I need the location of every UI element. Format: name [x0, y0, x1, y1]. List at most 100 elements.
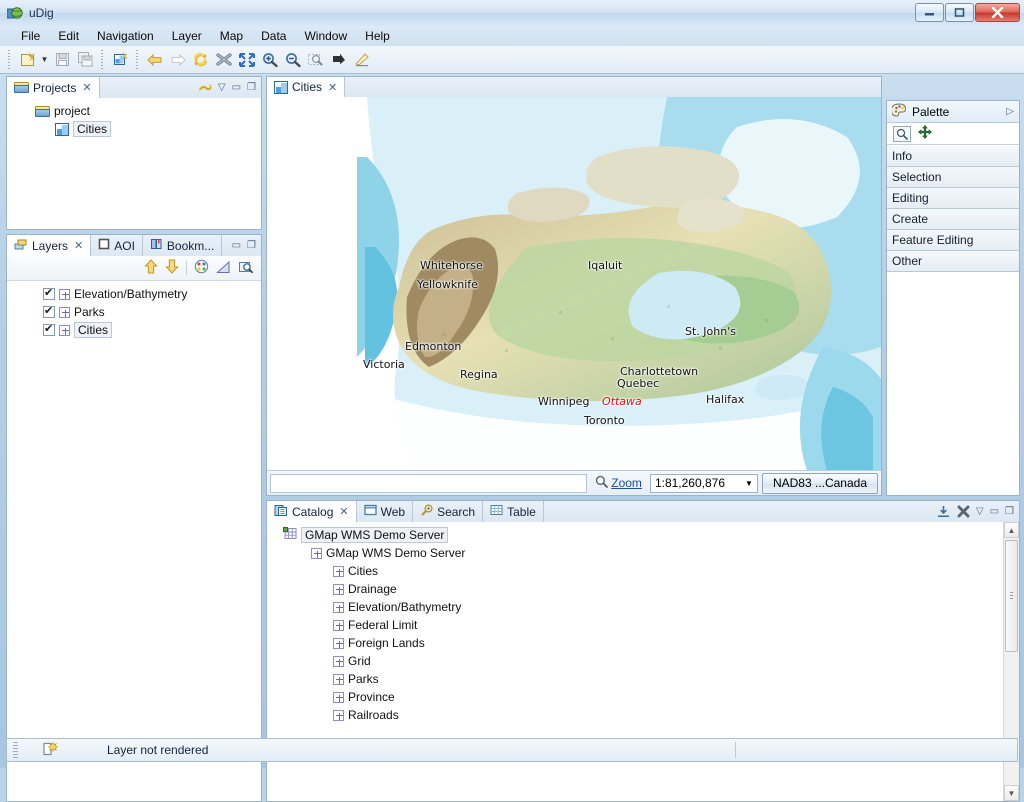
new-project-icon[interactable] [16, 49, 38, 71]
delete-icon[interactable] [957, 505, 970, 518]
view-menu-icon[interactable]: ▽ [976, 506, 984, 517]
catalog-row-service-child[interactable]: GMap WMS Demo Server [267, 544, 1019, 562]
zoom-link[interactable]: Zoom [591, 475, 646, 491]
zoom-link-label[interactable]: Zoom [611, 476, 642, 490]
zoom-extent-icon[interactable] [236, 49, 258, 71]
scrollbar-thumb[interactable] [1005, 540, 1018, 652]
menu-file[interactable]: File [12, 27, 49, 45]
catalog-row-parks[interactable]: Parks [267, 670, 1019, 688]
catalog-row-cities[interactable]: Cities [267, 562, 1019, 580]
maximize-panel-icon[interactable]: ❐ [1005, 506, 1014, 517]
catalog-row-railroads[interactable]: Railroads [267, 706, 1019, 724]
menu-data[interactable]: Data [252, 27, 295, 45]
stop-render-icon[interactable] [213, 49, 235, 71]
catalog-row-federal-limit[interactable]: Federal Limit [267, 616, 1019, 634]
maximize-button[interactable] [945, 3, 974, 22]
back-arrow-icon[interactable] [144, 49, 166, 71]
expand-icon[interactable] [333, 619, 344, 631]
menu-edit[interactable]: Edit [49, 27, 88, 45]
close-icon[interactable]: ✕ [74, 239, 83, 252]
layer-search-icon[interactable] [238, 260, 253, 277]
tab-web[interactable]: Web [357, 501, 414, 522]
palette-section-feature-editing[interactable]: Feature Editing [887, 230, 1019, 251]
map-canvas[interactable]: Whitehorse Yellowknife Iqaluit Edmonton … [267, 97, 881, 470]
tree-item-cities[interactable]: Cities [7, 120, 261, 138]
maximize-panel-icon[interactable]: ❐ [247, 240, 256, 251]
select-tool-icon[interactable] [893, 125, 911, 142]
expand-icon[interactable] [333, 637, 344, 649]
toolbar-grip-2[interactable] [100, 49, 105, 70]
layer-row-cities[interactable]: Cities [7, 321, 261, 339]
scroll-up-arrow-icon[interactable]: ▲ [1004, 522, 1019, 538]
pan-tool-icon[interactable] [917, 124, 933, 142]
zoom-in-icon[interactable] [259, 49, 281, 71]
expand-icon[interactable] [333, 601, 344, 613]
new-map-icon[interactable] [109, 49, 131, 71]
catalog-row-service[interactable]: GMap WMS Demo Server [267, 526, 1019, 544]
palette-section-editing[interactable]: Editing [887, 188, 1019, 209]
toolbar-grip-3[interactable] [135, 49, 140, 70]
menu-map[interactable]: Map [211, 27, 252, 45]
zoom-to-layer-icon[interactable] [216, 260, 231, 277]
tab-layers[interactable]: Layers ✕ [7, 235, 92, 256]
map-position-field[interactable] [270, 473, 588, 493]
import-data-icon[interactable] [936, 505, 951, 518]
crs-button[interactable]: NAD83 ...Canada [761, 472, 878, 494]
expand-icon[interactable] [333, 673, 344, 685]
maximize-panel-icon[interactable]: ❐ [247, 82, 256, 93]
expand-icon[interactable] [59, 324, 70, 336]
minimize-panel-icon[interactable]: ▭ [232, 240, 241, 251]
menu-window[interactable]: Window [295, 27, 356, 45]
view-menu-icon[interactable]: ▽ [218, 82, 226, 93]
close-icon[interactable]: ✕ [82, 81, 91, 94]
menu-layer[interactable]: Layer [163, 27, 211, 45]
catalog-row-drainage[interactable]: Drainage [267, 580, 1019, 598]
catalog-row-elevation[interactable]: Elevation/Bathymetry [267, 598, 1019, 616]
palette-section-selection[interactable]: Selection [887, 167, 1019, 188]
tab-bookmarks[interactable]: Bookm... [143, 235, 223, 256]
tab-aoi[interactable]: AOI [91, 235, 143, 256]
chevron-down-icon[interactable]: ▼ [745, 479, 753, 488]
new-dropdown-caret-icon[interactable]: ▼ [39, 49, 50, 71]
minimize-panel-icon[interactable]: ▭ [232, 82, 241, 93]
menu-help[interactable]: Help [356, 27, 399, 45]
palette-section-other[interactable]: Other [887, 251, 1019, 272]
layer-visibility-checkbox[interactable] [43, 322, 55, 336]
expand-icon[interactable] [333, 691, 344, 703]
minimize-panel-icon[interactable]: ▭ [990, 506, 999, 517]
tree-item-project[interactable]: project [7, 102, 261, 120]
refresh-icon[interactable] [190, 49, 212, 71]
layer-row-parks[interactable]: Parks [7, 303, 261, 321]
tab-projects[interactable]: Projects ✕ [7, 77, 100, 98]
expand-icon[interactable] [311, 547, 322, 559]
style-editor-icon[interactable] [194, 259, 209, 277]
palette-collapse-icon[interactable]: ▷ [1006, 106, 1014, 117]
move-layer-down-icon[interactable] [165, 259, 179, 277]
edit-icon[interactable] [351, 49, 373, 71]
pan-icon[interactable] [328, 49, 350, 71]
close-icon[interactable]: ✕ [328, 81, 337, 94]
close-button[interactable] [975, 3, 1020, 22]
catalog-row-province[interactable]: Province [267, 688, 1019, 706]
tab-table[interactable]: Table [483, 501, 544, 522]
expand-icon[interactable] [333, 655, 344, 667]
expand-icon[interactable] [59, 306, 70, 318]
layer-visibility-checkbox[interactable] [43, 286, 55, 300]
layer-visibility-checkbox[interactable] [43, 304, 55, 318]
close-icon[interactable]: ✕ [339, 505, 348, 518]
catalog-row-foreign-lands[interactable]: Foreign Lands [267, 634, 1019, 652]
tab-search[interactable]: Search [413, 501, 484, 522]
expand-icon[interactable] [333, 565, 344, 577]
palette-section-create[interactable]: Create [887, 209, 1019, 230]
toolbar-grip[interactable] [7, 49, 12, 70]
tab-catalog[interactable]: Catalog ✕ [267, 501, 357, 522]
menu-navigation[interactable]: Navigation [88, 27, 163, 45]
expand-icon[interactable] [333, 583, 344, 595]
catalog-row-grid[interactable]: Grid [267, 652, 1019, 670]
scale-combo[interactable]: 1:81,260,876 ▼ [649, 473, 758, 493]
tab-map-cities[interactable]: Cities ✕ [267, 77, 346, 97]
layer-row-elevation[interactable]: Elevation/Bathymetry [7, 285, 261, 303]
palette-section-info[interactable]: Info [887, 146, 1019, 167]
move-layer-up-icon[interactable] [144, 259, 158, 277]
expand-icon[interactable] [333, 709, 344, 721]
